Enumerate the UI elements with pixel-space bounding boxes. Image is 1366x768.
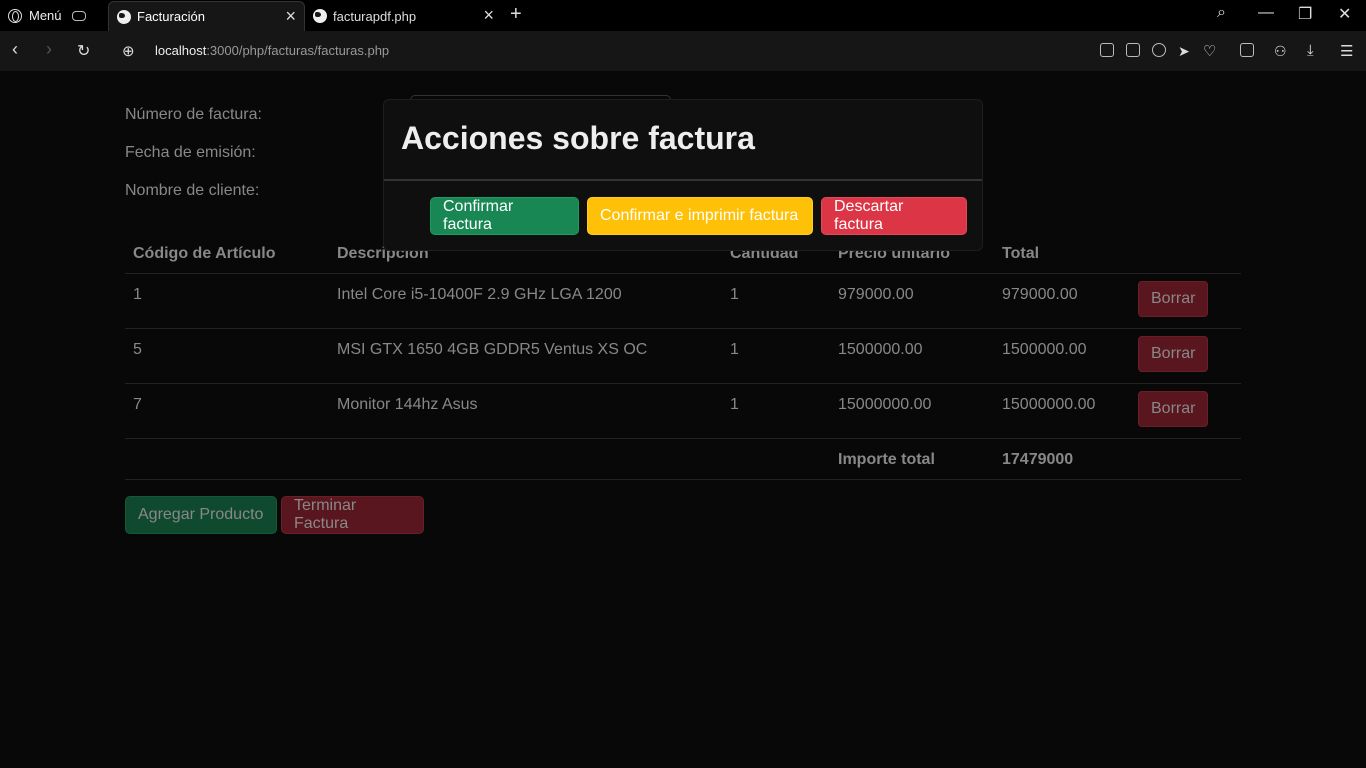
menu-label: Menú [29,8,62,23]
share-icon[interactable] [1100,43,1114,57]
cell-unit-price: 1500000.00 [830,328,994,384]
cell-code: 1 [125,273,329,329]
confirm-invoice-button[interactable]: Confirmar factura [430,197,579,235]
tab-bar: Menú Facturación × facturapdf.php × + ⌕ … [0,0,1366,31]
cell-empty [722,438,830,480]
cell-code: 5 [125,328,329,384]
globe-icon [313,9,327,23]
cell-description: Intel Core i5-10400F 2.9 GHz LGA 1200 [329,273,722,329]
close-tab-icon[interactable]: × [483,5,494,26]
column-header: Código de Artículo [125,235,329,274]
table-row: 7 Monitor 144hz Asus 1 15000000.00 15000… [125,383,1241,439]
address-toolbar: ‹ › ↻ ⊕ localhost:3000/php/facturas/fact… [0,31,1366,71]
url-path: :3000/php/facturas/facturas.php [206,43,390,58]
account-icon[interactable]: ⚇ [1274,43,1287,60]
column-header: Total [994,235,1130,274]
total-row: Importe total 17479000 [125,438,1241,480]
confirm-print-invoice-button[interactable]: Confirmar e imprimir factura [587,197,813,235]
site-info-icon[interactable]: ⊕ [122,42,135,60]
cell-actions: Borrar [1130,328,1241,384]
minimize-icon[interactable]: — [1258,4,1274,22]
download-icon[interactable]: ⤓ [1307,42,1314,59]
client-name-label: Nombre de cliente: [125,182,260,199]
modal-title: Acciones sobre factura [401,120,755,156]
cell-empty [1130,438,1241,480]
finish-invoice-button[interactable]: Terminar Factura [281,496,424,534]
cell-total: 15000000.00 [994,383,1130,439]
camera-icon[interactable] [1126,43,1140,57]
cell-actions: Borrar [1130,273,1241,329]
globe-icon [117,9,131,24]
column-header-actions [1130,235,1241,274]
cell-qty: 1 [722,273,830,329]
invoice-items-table: Código de Artículo Descripcion Cantidad … [125,235,1241,480]
cell-actions: Borrar [1130,383,1241,439]
invoice-number-label: Número de factura: [125,106,262,123]
search-tabs-icon[interactable]: ⌕ [1217,4,1226,22]
total-value: 17479000 [994,438,1130,480]
issue-date-label: Fecha de emisión: [125,144,256,161]
tab-label: Facturación [137,9,205,24]
cell-qty: 1 [722,328,830,384]
delete-row-button[interactable]: Borrar [1138,390,1209,427]
cell-qty: 1 [722,383,830,439]
cell-total: 979000.00 [994,273,1130,329]
tab-facturapdf[interactable]: facturapdf.php × [305,1,502,31]
easy-setup-icon[interactable]: ☰ [1340,42,1353,60]
restore-icon[interactable]: ❐ [1298,4,1312,24]
add-product-button[interactable]: Agregar Producto [125,496,277,534]
tab-label: facturapdf.php [333,8,417,24]
cell-description: Monitor 144hz Asus [329,383,722,439]
delete-row-button[interactable]: Borrar [1138,335,1209,372]
table-row: 1 Intel Core i5-10400F 2.9 GHz LGA 1200 … [125,273,1241,329]
adblock-icon[interactable] [1152,43,1166,57]
address-field[interactable]: localhost:3000/php/facturas/facturas.php [155,43,389,58]
cell-unit-price: 979000.00 [830,273,994,329]
delete-row-button[interactable]: Borrar [1138,280,1209,317]
close-window-icon[interactable]: ✕ [1338,4,1351,24]
opera-logo-icon [8,8,22,23]
extensions-icon[interactable] [1240,43,1254,57]
new-tab-icon[interactable]: + [510,3,522,26]
modal-divider [384,179,982,181]
heart-icon[interactable]: ♡ [1203,42,1216,60]
cell-description: MSI GTX 1650 4GB GDDR5 Ventus XS OC [329,328,722,384]
discard-invoice-button[interactable]: Descartar factura [821,197,967,235]
tab-facturacion[interactable]: Facturación × [108,1,305,31]
cell-empty [125,438,329,480]
cell-total: 1500000.00 [994,328,1130,384]
invoice-actions-modal: Acciones sobre factura Confirmar factura… [383,99,983,251]
close-tab-icon[interactable]: × [285,6,296,27]
back-icon[interactable]: ‹ [12,39,18,60]
send-icon[interactable]: ➤ [1178,43,1190,60]
gamepad-icon[interactable] [71,10,86,21]
total-label: Importe total [830,438,994,480]
forward-icon[interactable]: › [46,39,52,60]
cell-empty [329,438,722,480]
reload-icon[interactable]: ↻ [77,41,90,61]
cell-code: 7 [125,383,329,439]
table-row: 5 MSI GTX 1650 4GB GDDR5 Ventus XS OC 1 … [125,328,1241,384]
cell-unit-price: 15000000.00 [830,383,994,439]
opera-menu-button[interactable]: Menú [0,0,108,31]
url-host: localhost [155,43,207,58]
